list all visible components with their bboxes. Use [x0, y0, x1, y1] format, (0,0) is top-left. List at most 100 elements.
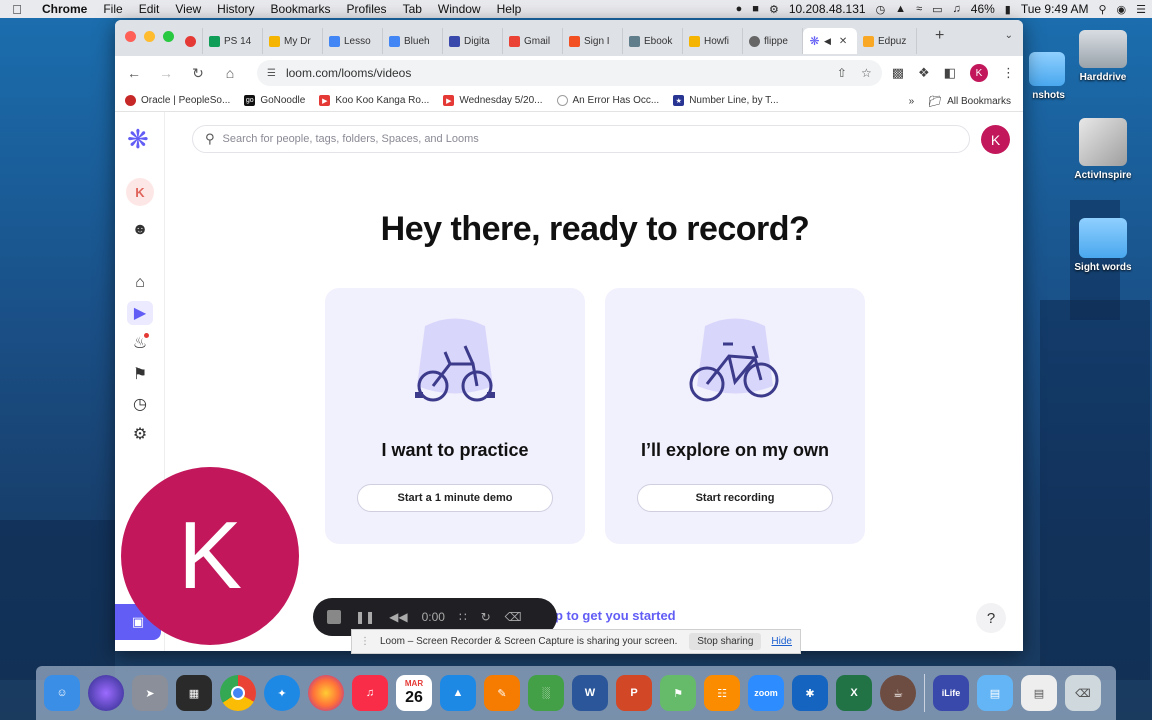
document-icon[interactable]: ▤ — [1021, 675, 1057, 711]
user-icon[interactable]: ◉ — [1117, 3, 1127, 16]
close-tab-icon[interactable]: ✕ — [839, 36, 847, 47]
share-icon[interactable]: ⇧ — [837, 66, 847, 80]
tab-search-icon[interactable]: ⌄ — [1005, 30, 1013, 41]
bluetooth-app-icon[interactable]: ✱ — [792, 675, 828, 711]
maps-icon[interactable]: ⚑ — [660, 675, 696, 711]
powerpoint-icon[interactable]: P — [616, 675, 652, 711]
bookmark-item[interactable]: go GoNoodle — [244, 95, 305, 106]
menu-tab[interactable]: Tab — [395, 2, 430, 16]
menu-help[interactable]: Help — [489, 2, 530, 16]
siri-icon[interactable] — [88, 675, 124, 711]
drag-handle-icon[interactable]: ⋮ — [360, 636, 370, 647]
start-demo-button[interactable]: Start a 1 minute demo — [357, 484, 553, 512]
airplay-icon[interactable]: ▭ — [932, 3, 942, 16]
apple-icon[interactable]:  — [0, 2, 34, 17]
volume-icon[interactable]: ♫ — [953, 3, 961, 15]
tab-9[interactable]: flippe — [743, 28, 803, 54]
tab-4[interactable]: Digita — [443, 28, 503, 54]
desktop-icon-sight-words[interactable]: Sight words — [1063, 212, 1143, 273]
close-window-button[interactable] — [125, 31, 136, 42]
desktop-icon-activinspire[interactable]: ActivInspire — [1063, 118, 1143, 181]
numbers-icon[interactable]: ░ — [528, 675, 564, 711]
home-icon[interactable]: ⌂ — [127, 271, 153, 295]
workspace-avatar[interactable]: K — [126, 178, 154, 206]
maximize-window-button[interactable] — [163, 31, 174, 42]
tab-7[interactable]: Ebook — [623, 28, 683, 54]
bookmark-item[interactable]: ▶ Wednesday 5/20... — [443, 95, 543, 106]
bookmark-icon[interactable]: ⚑ — [127, 362, 153, 386]
battery-percent[interactable]: 46% — [971, 2, 995, 16]
chrome-icon[interactable] — [220, 675, 256, 711]
mission-control-icon[interactable]: ▦ — [176, 675, 212, 711]
forward-button[interactable]: → — [155, 65, 177, 81]
loom-status-icon[interactable]: ■ — [752, 3, 759, 15]
stop-sharing-button[interactable]: Stop sharing — [689, 633, 762, 650]
bookmark-star-icon[interactable]: ☆ — [861, 66, 872, 80]
tab-2[interactable]: Lesso — [323, 28, 383, 54]
extensions-puzzle-icon[interactable]: ❖ — [918, 65, 930, 81]
tab-11[interactable]: Edpuz — [857, 28, 917, 54]
camera-bubble[interactable]: K — [121, 467, 299, 645]
notifications-icon[interactable]: ♨ — [127, 331, 153, 355]
desktop-icon-harddrive[interactable]: Harddrive — [1063, 22, 1143, 83]
firefox-icon[interactable] — [308, 675, 344, 711]
restart-icon[interactable]: ↻ — [481, 610, 491, 624]
menu-window[interactable]: Window — [430, 2, 489, 16]
menu-bookmarks[interactable]: Bookmarks — [263, 2, 339, 16]
safari-icon[interactable]: ✦ — [264, 675, 300, 711]
clock[interactable]: Tue 9:49 AM — [1021, 2, 1089, 16]
side-panel-icon[interactable]: ◧ — [944, 65, 956, 81]
rewind-icon[interactable]: ◀◀ — [389, 610, 407, 624]
tab-loom-active[interactable]: ❋ ◀ ✕ — [803, 28, 857, 54]
menu-chrome[interactable]: Chrome — [34, 2, 95, 16]
tab-6[interactable]: Sign I — [563, 28, 623, 54]
start-recording-button[interactable]: Start recording — [637, 484, 833, 512]
getting-started-link[interactable]: p to get you started — [555, 608, 676, 623]
control-center-icon[interactable]: ☰ — [1136, 3, 1146, 16]
tab-5[interactable]: Gmail — [503, 28, 563, 54]
help-button[interactable]: ? — [976, 603, 1006, 633]
music-icon[interactable]: ♫ — [352, 675, 388, 711]
menu-profiles[interactable]: Profiles — [339, 2, 395, 16]
battery-icon[interactable]: ▮ — [1005, 3, 1011, 16]
coffee-icon[interactable]: ☕ — [880, 675, 916, 711]
pages-icon[interactable]: ✎ — [484, 675, 520, 711]
history-clock-icon[interactable]: ◷ — [127, 392, 153, 416]
pause-icon[interactable]: ❚❚ — [355, 610, 375, 624]
bookmark-item[interactable]: ★ Number Line, by T... — [673, 95, 779, 106]
chrome-menu-icon[interactable]: ⋮ — [1002, 65, 1015, 81]
time-machine-icon[interactable]: ◷ — [876, 3, 886, 16]
books-icon[interactable]: ☷ — [704, 675, 740, 711]
minimize-window-button[interactable] — [144, 31, 155, 42]
trash-icon[interactable]: ⌫ — [1065, 675, 1101, 711]
launchpad-icon[interactable]: ➤ — [132, 675, 168, 711]
gear-icon[interactable]: ⚙ — [769, 3, 779, 16]
tab-0[interactable]: PS 14 — [203, 28, 263, 54]
excel-icon[interactable]: X — [836, 675, 872, 711]
zoom-icon[interactable]: zoom — [748, 675, 784, 711]
extension-icon[interactable]: ▩ — [892, 65, 904, 81]
stop-recording-button[interactable] — [327, 610, 341, 624]
tab-1[interactable]: My Dr — [263, 28, 323, 54]
grid-icon[interactable]: ∷ — [459, 610, 467, 624]
bookmark-item[interactable]: An Error Has Occ... — [556, 95, 659, 106]
folder-icon[interactable]: ▤ — [977, 675, 1013, 711]
explore-card[interactable]: I’ll explore on my own Start recording — [605, 288, 865, 544]
tab-3[interactable]: Blueh — [383, 28, 443, 54]
hide-link[interactable]: Hide — [771, 636, 792, 647]
reload-button[interactable]: ↻ — [187, 65, 209, 82]
wifi-icon[interactable]: ≈ — [916, 3, 922, 15]
tab-8[interactable]: Howfi — [683, 28, 743, 54]
tab-recording-indicator[interactable] — [181, 28, 203, 54]
more-bookmarks-icon[interactable]: » — [909, 96, 915, 107]
library-icon[interactable]: ▶ — [127, 301, 153, 325]
trash-icon[interactable]: ⌫ — [505, 610, 522, 624]
home-button[interactable]: ⌂ — [219, 65, 241, 81]
keynote-icon[interactable]: ▲ — [440, 675, 476, 711]
search-input[interactable]: ⚲ Search for people, tags, folders, Spac… — [192, 125, 970, 153]
menu-file[interactable]: File — [95, 2, 130, 16]
settings-gear-icon[interactable]: ⚙ — [127, 422, 153, 446]
back-button[interactable]: ← — [123, 65, 145, 81]
bluetooth-icon[interactable]: ▲ — [895, 3, 906, 15]
new-tab-button[interactable]: + — [935, 27, 944, 45]
